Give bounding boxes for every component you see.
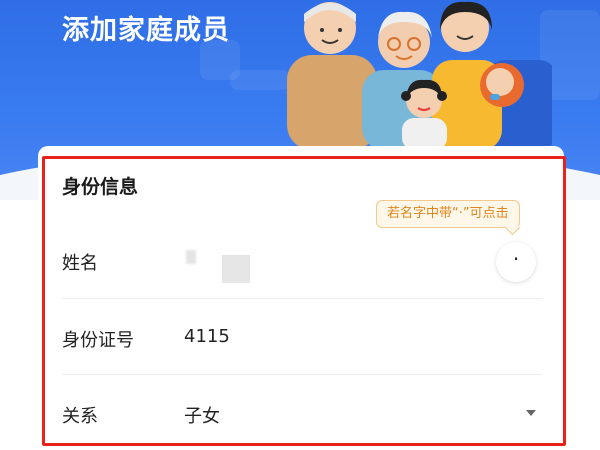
id-number-input[interactable]: 4115 (184, 326, 230, 347)
redacted-block (222, 255, 250, 283)
id-number-label: 身份证号 (62, 330, 134, 351)
divider (62, 374, 542, 375)
redacted-block (186, 250, 196, 264)
family-illustration (287, 1, 552, 150)
name-label: 姓名 (62, 253, 98, 274)
relation-select[interactable]: 子女 (184, 402, 524, 428)
background-shape (230, 70, 290, 90)
redacted-block (240, 328, 310, 348)
relation-label: 关系 (62, 406, 98, 427)
page-title: 添加家庭成员 (62, 15, 230, 46)
divider (62, 298, 542, 299)
insert-dot-button[interactable]: · (496, 242, 536, 282)
dot-hint-tooltip: 若名字中带“·”可点击 (376, 200, 520, 228)
section-title: 身份信息 (62, 176, 139, 198)
chevron-down-icon[interactable] (526, 410, 536, 416)
